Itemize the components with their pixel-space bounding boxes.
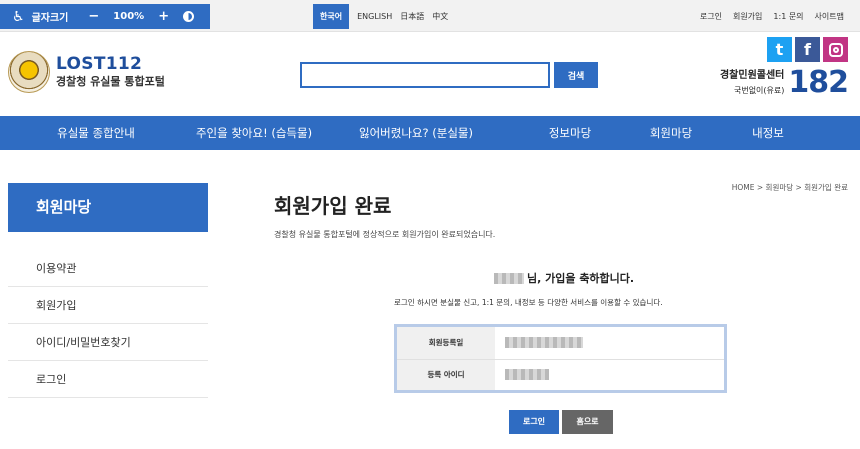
- logo-title: LOST112: [56, 54, 143, 74]
- sitemap-link[interactable]: 사이트맵: [815, 11, 844, 22]
- inquiry-link[interactable]: 1:1 문의: [773, 11, 803, 22]
- sidebar-menu: 이용약관 회원가입 아이디/비밀번호찾기 로그인: [8, 250, 208, 398]
- lang-chinese[interactable]: 中文: [428, 11, 452, 22]
- social-links: t f: [767, 37, 848, 62]
- zoom-level: 100%: [113, 11, 145, 22]
- lang-japanese[interactable]: 日本語: [396, 11, 428, 22]
- page-title: 회원가입 완료: [274, 194, 392, 218]
- top-utility-bar: ♿ 글자크기 − 100% + 한국어 ENGLISH 日本語 中文 로그인 회…: [0, 0, 860, 32]
- breadcrumb: HOME > 회원마당 > 회원가입 완료: [731, 183, 848, 192]
- signup-link[interactable]: 회원가입: [733, 11, 762, 22]
- registered-id-label: 등록 아이디: [397, 359, 495, 390]
- member-info-table: 회원등록일 등록 아이디: [394, 324, 727, 393]
- nav-item-guide[interactable]: 유실물 종합안내: [57, 116, 135, 150]
- logo-subtitle: 경찰청 유실물 통합포털: [56, 75, 165, 88]
- twitter-icon[interactable]: t: [767, 37, 792, 62]
- nav-item-lost[interactable]: 잃어버렸나요? (분실물): [359, 116, 473, 150]
- table-row: 등록 아이디: [397, 358, 724, 390]
- home-button[interactable]: 홈으로: [562, 410, 613, 434]
- font-size-control: ♿ 글자크기 − 100% +: [0, 4, 210, 29]
- nav-item-myinfo[interactable]: 내정보: [752, 116, 784, 150]
- font-size-label: 글자크기: [31, 13, 69, 24]
- nav-item-info[interactable]: 정보마당: [549, 116, 591, 150]
- login-link[interactable]: 로그인: [700, 11, 722, 22]
- blurred-registered-id: [505, 369, 549, 381]
- search-button[interactable]: 검색: [554, 62, 598, 88]
- welcome-text: 님, 가입을 축하합니다.: [527, 272, 635, 285]
- call-center-number: 182: [788, 65, 849, 100]
- font-decrease-button[interactable]: −: [88, 9, 99, 24]
- sidebar-item-signup[interactable]: 회원가입: [8, 287, 208, 324]
- utility-links: 로그인 회원가입 1:1 문의 사이트맵: [700, 4, 844, 29]
- sidebar-item-login[interactable]: 로그인: [8, 361, 208, 398]
- site-logo[interactable]: LOST112 경찰청 유실물 통합포털: [8, 51, 165, 93]
- call-center: 경찰민원콜센터 국번없이(유료) 182: [719, 65, 849, 100]
- call-center-desc: 국번없이(유료): [733, 86, 785, 95]
- welcome-message: 님, 가입을 축하합니다.: [494, 270, 634, 286]
- service-info-message: 로그인 하시면 분실물 신고, 1:1 문의, 내정보 등 다양한 서비스를 이…: [394, 298, 663, 307]
- police-emblem-icon: [8, 51, 50, 93]
- main-nav: 유실물 종합안내 주인을 찾아요! (습득물) 잃어버렸나요? (분실물) 정보…: [0, 116, 860, 150]
- blurred-username: [494, 272, 524, 284]
- registration-date-label: 회원등록일: [397, 327, 495, 359]
- page-description: 경찰청 유실물 통합포털에 정상적으로 회원가입이 완료되었습니다.: [274, 230, 496, 239]
- sidebar-item-terms[interactable]: 이용약관: [8, 250, 208, 287]
- language-selector: 한국어 ENGLISH 日本語 中文: [313, 4, 452, 29]
- instagram-icon[interactable]: [823, 37, 848, 62]
- contrast-icon[interactable]: [183, 11, 195, 22]
- font-increase-button[interactable]: +: [158, 9, 169, 24]
- blurred-registration-date: [505, 337, 583, 349]
- nav-item-member[interactable]: 회원마당: [650, 116, 692, 150]
- accessibility-icon: ♿: [12, 8, 25, 25]
- search-bar: 검색: [300, 62, 598, 88]
- lang-korean[interactable]: 한국어: [313, 4, 350, 29]
- facebook-icon[interactable]: f: [795, 37, 820, 62]
- sidebar-title: 회원마당: [8, 183, 208, 232]
- login-button[interactable]: 로그인: [509, 410, 559, 434]
- lang-english[interactable]: ENGLISH: [353, 12, 396, 21]
- table-row: 회원등록일: [397, 327, 724, 359]
- sidebar-item-find-account[interactable]: 아이디/비밀번호찾기: [8, 324, 208, 361]
- nav-item-found[interactable]: 주인을 찾아요! (습득물): [196, 116, 312, 150]
- call-center-name: 경찰민원콜센터: [719, 70, 785, 81]
- search-input[interactable]: [300, 62, 550, 88]
